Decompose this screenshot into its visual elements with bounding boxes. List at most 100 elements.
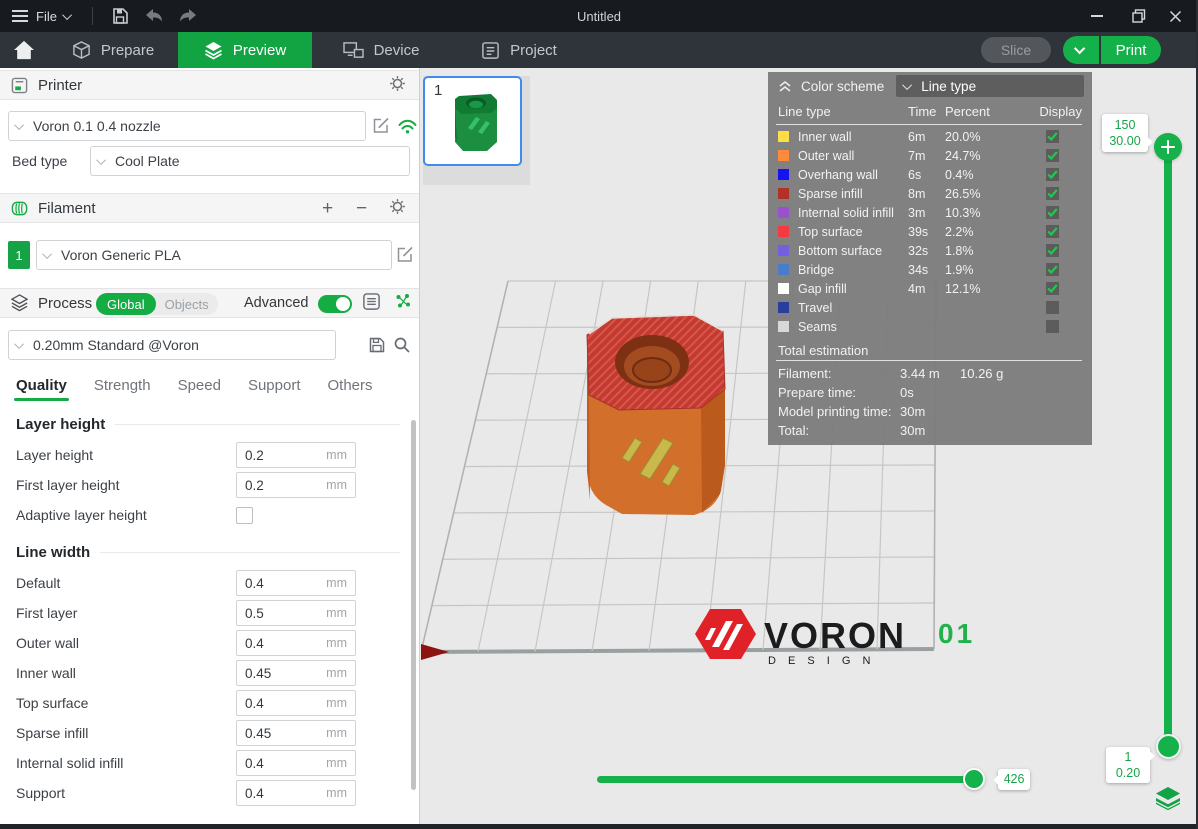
close-button[interactable]: [1156, 0, 1194, 32]
printer-settings-button[interactable]: [389, 75, 406, 96]
legend-display-checkbox[interactable]: [1046, 187, 1059, 200]
legend-display-checkbox[interactable]: [1046, 263, 1059, 276]
chevron-down-icon: [96, 155, 106, 165]
param-input[interactable]: 0.45 mm: [236, 660, 356, 686]
check-icon: [1046, 130, 1059, 143]
print-button[interactable]: Print: [1101, 36, 1161, 64]
plate-thumbnail[interactable]: 1: [423, 76, 522, 166]
param-group: Layer height Layer height 0.2 mm First l…: [0, 414, 406, 530]
process-tab-speed[interactable]: Speed: [178, 377, 221, 394]
param-input[interactable]: 0.45 mm: [236, 720, 356, 746]
legend-display-checkbox[interactable]: [1046, 244, 1059, 257]
legend-display-checkbox[interactable]: [1046, 149, 1059, 162]
scope-objects[interactable]: Objects: [156, 297, 218, 312]
legend-display-checkbox[interactable]: [1046, 225, 1059, 238]
param-input[interactable]: 0.4 mm: [236, 570, 356, 596]
param-input[interactable]: 0.5 mm: [236, 600, 356, 626]
legend-display-checkbox[interactable]: [1046, 168, 1059, 181]
param-row: First layer height 0.2 mm: [0, 470, 406, 500]
maximize-button[interactable]: [1120, 0, 1158, 32]
param-value: 0.4: [245, 756, 326, 771]
device-icon: [343, 41, 364, 60]
process-tune-button[interactable]: [394, 292, 412, 314]
minimize-button[interactable]: [1078, 0, 1116, 32]
total-row-label: Total:: [778, 423, 900, 438]
collapse-icon[interactable]: [778, 80, 792, 93]
layer-slider-handle[interactable]: [1156, 734, 1181, 759]
param-unit: mm: [326, 606, 347, 620]
param-checkbox[interactable]: [236, 507, 253, 524]
param-group-title: Line width: [16, 544, 90, 561]
process-section-title: Process: [38, 295, 92, 312]
printer-preset-select[interactable]: Voron 0.1 0.4 nozzle: [8, 111, 366, 141]
bed-type-select[interactable]: Cool Plate: [90, 146, 410, 176]
filament-slot-badge[interactable]: 1: [8, 241, 30, 269]
param-value: 0.4: [245, 786, 326, 801]
layer-slider-plus-button[interactable]: [1154, 133, 1182, 161]
sliced-model[interactable]: [587, 315, 725, 515]
legend-row-time: 8m: [908, 187, 945, 201]
param-unit: mm: [326, 576, 347, 590]
param-unit: mm: [326, 756, 347, 770]
layer-slider-track[interactable]: [1164, 150, 1172, 746]
legend-display-checkbox[interactable]: [1046, 206, 1059, 219]
printer-connection-button[interactable]: [397, 118, 418, 140]
legend-display-checkbox[interactable]: [1046, 282, 1059, 295]
process-tab-quality[interactable]: Quality: [16, 377, 67, 394]
plate-logo-subtext: D E S I G N: [768, 655, 875, 667]
advanced-toggle[interactable]: [318, 295, 352, 313]
param-row: Adaptive layer height: [0, 500, 406, 530]
layer-slider-top-value: 150 30.00: [1102, 114, 1148, 152]
param-input[interactable]: 0.2 mm: [236, 442, 356, 468]
filament-edit-button[interactable]: [396, 245, 415, 269]
save-button[interactable]: [103, 0, 137, 32]
scope-global[interactable]: Global: [96, 293, 156, 315]
file-menu-button[interactable]: File: [0, 0, 82, 32]
tab-device[interactable]: Device: [312, 32, 450, 68]
parameter-list-button[interactable]: [362, 292, 381, 315]
tab-label: Device: [374, 42, 420, 59]
tab-project[interactable]: Project: [450, 32, 588, 68]
viewport-3d[interactable]: VORON D E S I G N 01 1: [421, 68, 1196, 825]
tab-prepare[interactable]: Prepare: [48, 32, 178, 68]
undo-button[interactable]: [137, 0, 171, 32]
tab-preview[interactable]: Preview: [178, 32, 312, 68]
layer-view-icon[interactable]: [1155, 786, 1181, 810]
legend-display-checkbox[interactable]: [1046, 320, 1059, 333]
process-tab-others[interactable]: Others: [328, 377, 373, 394]
search-preset-button[interactable]: [393, 336, 411, 359]
tune-icon: [394, 292, 412, 310]
param-group-header: Line width: [16, 542, 406, 562]
total-row-value1: 3.44 m: [900, 366, 960, 381]
move-slider-track[interactable]: [597, 776, 985, 783]
process-tab-support[interactable]: Support: [248, 377, 301, 394]
home-button[interactable]: [0, 32, 48, 68]
process-preset-select[interactable]: 0.20mm Standard @Voron: [8, 330, 336, 360]
param-unit: mm: [326, 666, 347, 680]
redo-button[interactable]: [171, 0, 205, 32]
filament-preset-select[interactable]: Voron Generic PLA: [36, 240, 392, 270]
legend-display-checkbox[interactable]: [1046, 301, 1059, 314]
plus-icon: [1167, 140, 1170, 154]
printer-edit-button[interactable]: [372, 116, 391, 140]
color-scheme-select[interactable]: Line type: [896, 75, 1084, 97]
remove-filament-button[interactable]: −: [356, 199, 367, 218]
check-icon: [1046, 244, 1059, 257]
filament-settings-button[interactable]: [389, 198, 406, 219]
move-slider-handle[interactable]: [963, 768, 985, 790]
total-row: Model printing time: 30m: [768, 402, 1092, 421]
save-preset-button[interactable]: [368, 336, 386, 359]
param-input[interactable]: 0.4 mm: [236, 630, 356, 656]
legend-display-checkbox[interactable]: [1046, 130, 1059, 143]
param-input[interactable]: 0.2 mm: [236, 472, 356, 498]
param-input[interactable]: 0.4 mm: [236, 750, 356, 776]
legend-color-swatch: [778, 264, 789, 275]
sidebar-scrollbar[interactable]: [411, 420, 416, 790]
slice-button[interactable]: Slice: [981, 37, 1051, 63]
process-tab-strength[interactable]: Strength: [94, 377, 151, 394]
add-filament-button[interactable]: +: [322, 199, 333, 218]
param-input[interactable]: 0.4 mm: [236, 690, 356, 716]
process-scope-toggle[interactable]: Global Objects: [96, 293, 218, 315]
print-options-chevron-button[interactable]: [1063, 36, 1099, 64]
param-input[interactable]: 0.4 mm: [236, 780, 356, 806]
